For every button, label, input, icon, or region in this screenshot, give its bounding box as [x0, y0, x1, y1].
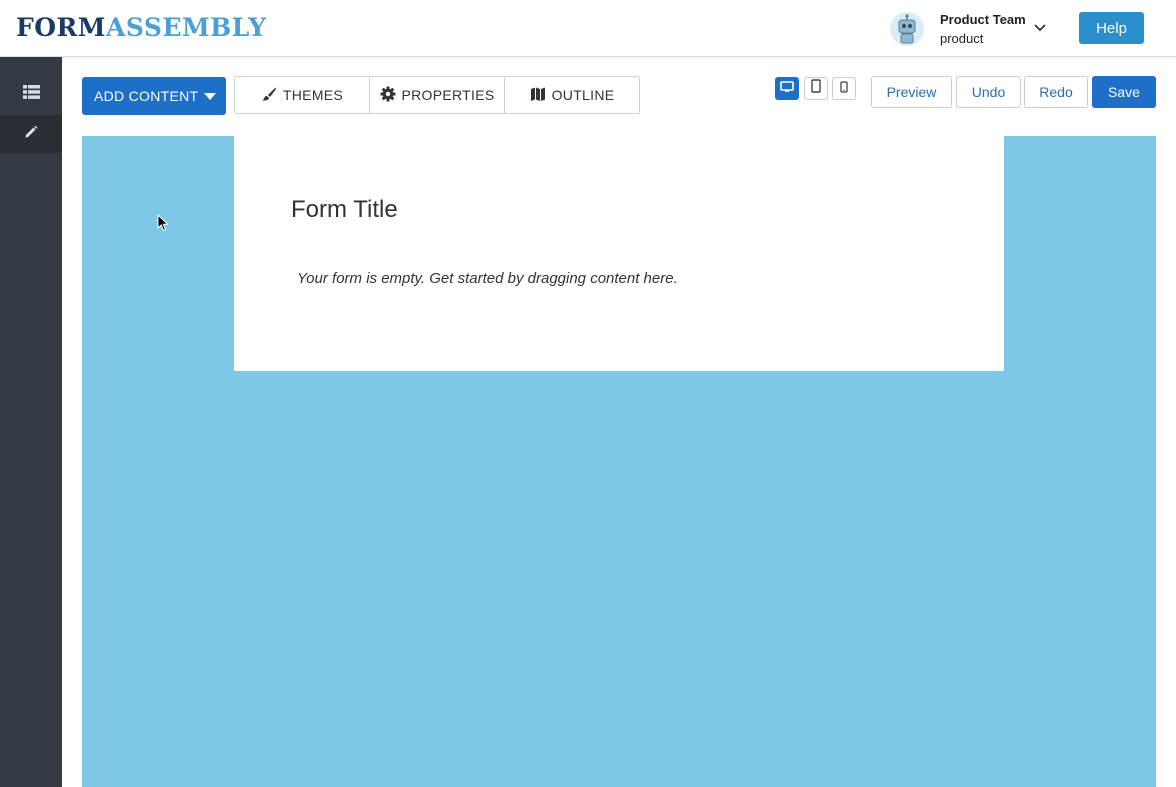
chevron-down-icon[interactable] [1032, 20, 1048, 36]
tablet-view-button[interactable] [804, 77, 828, 100]
tablet-icon [811, 79, 821, 98]
pencil-icon [24, 125, 38, 144]
tab-themes[interactable]: THEMES [235, 77, 370, 113]
help-button[interactable]: Help [1079, 12, 1144, 44]
form-canvas[interactable]: Form Title Your form is empty. Get start… [82, 136, 1156, 787]
user-menu[interactable]: Product Team product [890, 10, 1060, 48]
tab-properties[interactable]: PROPERTIES [370, 77, 505, 113]
desktop-icon [780, 80, 794, 98]
tab-properties-label: PROPERTIES [401, 87, 495, 103]
form-card[interactable]: Form Title Your form is empty. Get start… [234, 136, 1004, 371]
user-team-name: Product Team [940, 12, 1026, 27]
tab-outline[interactable]: OUTLINE [505, 77, 639, 113]
phone-icon [840, 80, 848, 98]
preview-button[interactable]: Preview [871, 76, 952, 108]
phone-view-button[interactable] [832, 77, 856, 100]
logo-form-text: FORM [16, 13, 106, 42]
add-content-label: ADD CONTENT [94, 88, 199, 104]
list-icon [22, 84, 40, 104]
top-header: FORMASSEMBLY Product Team product Help [0, 0, 1176, 57]
editor-tabs: THEMES PROPERTIES OUTLINE [234, 76, 640, 114]
sidebar-item-edit[interactable] [0, 115, 62, 153]
tab-themes-label: THEMES [282, 87, 344, 103]
left-sidebar [0, 57, 62, 787]
mouse-cursor-icon [157, 213, 169, 237]
redo-button[interactable]: Redo [1024, 76, 1088, 108]
user-account-name: product [940, 31, 984, 46]
map-icon [530, 86, 546, 105]
brush-icon [261, 86, 277, 105]
add-content-button[interactable]: ADD CONTENT [82, 77, 226, 115]
formassembly-logo[interactable]: FORMASSEMBLY [16, 13, 267, 43]
tab-outline-label: OUTLINE [551, 87, 615, 103]
gear-icon [380, 86, 396, 105]
empty-form-message: Your form is empty. Get started by dragg… [297, 270, 678, 287]
desktop-view-button[interactable] [775, 77, 799, 100]
save-button[interactable]: Save [1092, 76, 1156, 108]
sidebar-item-forms-list[interactable] [0, 75, 62, 113]
undo-button[interactable]: Undo [956, 76, 1021, 108]
logo-assembly-text: ASSEMBLY [105, 13, 267, 42]
caret-down-icon [204, 93, 216, 100]
form-title[interactable]: Form Title [291, 196, 398, 224]
robot-avatar-icon [890, 12, 924, 46]
